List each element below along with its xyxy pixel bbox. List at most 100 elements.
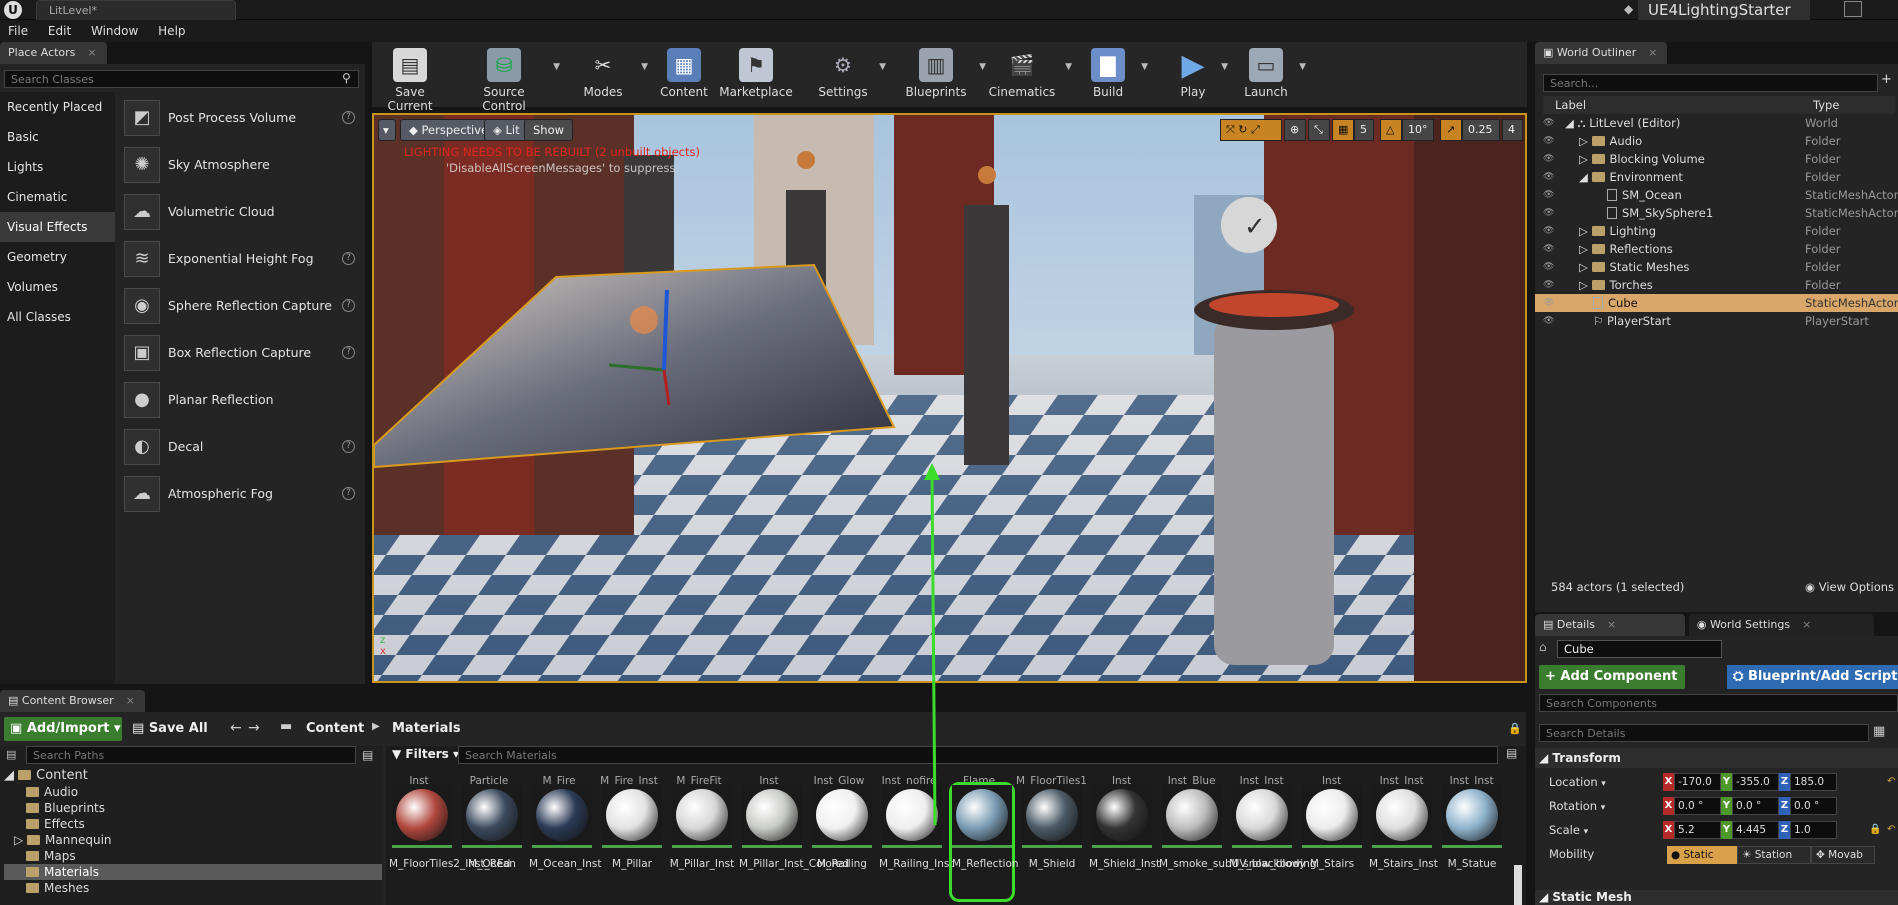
help-icon[interactable]: ?	[342, 252, 355, 265]
tree-expand-icon[interactable]: ▷	[1579, 242, 1588, 256]
lock-icon[interactable]: 🔒	[1508, 722, 1522, 735]
rotation-y[interactable]: 0.0 °	[1732, 797, 1779, 815]
outliner-row-world[interactable]: 👁 ◢ ⛬ LitLevel (Editor) World	[1535, 114, 1898, 132]
outliner-row-sm-ocean[interactable]: 👁 SM_Ocean StaticMeshActor	[1535, 186, 1898, 204]
menu-help[interactable]: Help	[150, 20, 193, 42]
actor-item-planar-reflection[interactable]: ● Planar Reflection	[118, 376, 363, 423]
eye-icon[interactable]: 👁	[1543, 168, 1554, 186]
help-icon[interactable]: ?	[342, 487, 355, 500]
tree-blueprints[interactable]: Blueprints	[4, 800, 382, 816]
level-viewport[interactable]: ✓ ▾ ◆ Perspective ◈ Lit Show LIGHTING NE…	[372, 113, 1527, 683]
breadcrumb-content[interactable]: Content	[306, 721, 364, 736]
chevron-down-icon[interactable]: ▾	[1584, 827, 1589, 837]
grid-snap-value[interactable]: 5	[1354, 119, 1374, 141]
world-settings-tab[interactable]: ◉ World Settings ×	[1688, 614, 1874, 636]
eye-icon[interactable]: 👁	[1543, 294, 1554, 312]
outliner-row-environment[interactable]: 👁 ◢ Environment Folder	[1535, 168, 1898, 186]
eye-icon[interactable]: 👁	[1543, 204, 1554, 222]
actor-name-input[interactable]: Cube	[1557, 640, 1722, 658]
transform-section[interactable]: ◢ Transform	[1535, 748, 1898, 768]
transform-mode-buttons[interactable]: ⤧ ↻ ⤢	[1220, 119, 1282, 141]
rotation-snap-value[interactable]: 10°	[1402, 119, 1434, 141]
eye-icon[interactable]: 👁	[1543, 222, 1554, 240]
rotation-x[interactable]: 0.0 °	[1674, 797, 1721, 815]
actor-item-volumetric-cloud[interactable]: ☁ Volumetric Cloud	[118, 188, 363, 235]
chevron-down-icon[interactable]: ▼	[1221, 62, 1228, 72]
close-icon[interactable]: ×	[1802, 618, 1811, 631]
close-icon[interactable]: ×	[126, 694, 135, 707]
view-options-button[interactable]: ◉ View Options	[1805, 580, 1894, 594]
search-paths-input[interactable]: Search Paths	[26, 746, 356, 764]
blueprints-button[interactable]: ▥ Blueprints ▼	[898, 42, 986, 107]
tree-expand-icon[interactable]: ▷	[1579, 278, 1588, 292]
outliner-row-reflections[interactable]: 👁 ▷ Reflections Folder	[1535, 240, 1898, 258]
asset-tile[interactable]: M_Ocean_Inst	[529, 785, 602, 905]
chevron-down-icon[interactable]: ▼	[1141, 62, 1148, 72]
cinematics-button[interactable]: 🎬 Cinematics ▼	[984, 42, 1072, 107]
place-actors-tab[interactable]: Place Actors ×	[0, 42, 107, 64]
asset-tile[interactable]: M_snow_blowing	[1229, 785, 1317, 905]
world-outliner-tab[interactable]: ▣ World Outliner ×	[1535, 42, 1668, 64]
launch-button[interactable]: ▭ Launch ▼	[1238, 42, 1306, 107]
eye-icon[interactable]: 👁	[1543, 132, 1554, 150]
outliner-row-blocking-volume[interactable]: 👁 ▷ Blocking Volume Folder	[1535, 150, 1898, 168]
asset-tile[interactable]: M_FloorTiles2_Inst_REd	[389, 785, 510, 905]
help-icon[interactable]: ?	[342, 299, 355, 312]
actor-item-post-process-volume[interactable]: ◩ Post Process Volume?	[118, 94, 363, 141]
category-volumes[interactable]: Volumes	[0, 272, 115, 302]
reset-icon[interactable]: ↶	[1887, 770, 1895, 794]
mobility-stationary[interactable]: ☀ Station	[1737, 846, 1811, 864]
eye-icon[interactable]: 👁	[1543, 186, 1554, 204]
mobility-movable[interactable]: ✥ Movab	[1811, 846, 1875, 864]
eye-icon[interactable]: 👁	[1543, 150, 1554, 168]
category-lights[interactable]: Lights	[0, 152, 115, 182]
chevron-down-icon[interactable]: ▼	[879, 62, 886, 72]
column-type[interactable]: Type	[1813, 96, 1839, 114]
menu-window[interactable]: Window	[83, 20, 146, 42]
actor-item-exponential-height-fog[interactable]: ≋ Exponential Height Fog?	[118, 235, 363, 282]
asset-tile[interactable]: M_Shield	[1019, 785, 1085, 905]
static-mesh-section[interactable]: ◢ Static Mesh	[1535, 890, 1898, 905]
help-icon[interactable]: ?	[342, 111, 355, 124]
outliner-row-audio[interactable]: 👁 ▷ Audio Folder	[1535, 132, 1898, 150]
settings-button[interactable]: ⚙ Settings ▼	[812, 42, 886, 107]
tree-expand-icon[interactable]: ▷	[1579, 260, 1588, 274]
modes-button[interactable]: ✂ Modes ▼	[570, 42, 648, 107]
category-visual-effects[interactable]: Visual Effects	[0, 212, 115, 242]
tree-expand-icon[interactable]: ▷	[1579, 152, 1588, 166]
location-x[interactable]: -170.0	[1674, 773, 1721, 791]
close-icon[interactable]: ×	[87, 46, 96, 59]
world-space-icon[interactable]: ⊕	[1284, 119, 1306, 141]
close-icon[interactable]: ×	[1648, 46, 1657, 59]
scrollbar-thumb[interactable]	[1514, 865, 1522, 905]
asset-tile[interactable]: M_smoke_subUV_blackbody	[1159, 785, 1306, 905]
asset-tile[interactable]: M_Reflection	[949, 782, 1019, 902]
toggle-sources-icon[interactable]: ▤	[6, 748, 16, 761]
search-materials-input[interactable]: Search Materials	[458, 746, 1498, 764]
close-icon[interactable]: ×	[1607, 618, 1616, 631]
lock-icon[interactable]: 🔒	[1869, 818, 1881, 842]
search-details-input[interactable]: Search Details	[1539, 724, 1869, 742]
camera-speed-value[interactable]: 4	[1502, 119, 1523, 141]
perspective-button[interactable]: ◆ Perspective	[400, 119, 498, 141]
asset-tile[interactable]: M_Pillar_Inst	[669, 785, 735, 905]
tree-content[interactable]: ◢ Content	[4, 768, 382, 784]
asset-tile[interactable]: M_Pillar_Inst_Colored	[739, 785, 849, 905]
rotation-snap-icon[interactable]: △	[1380, 119, 1402, 141]
details-tab[interactable]: ▤ Details ×	[1535, 614, 1685, 636]
tree-meshes[interactable]: Meshes	[4, 880, 382, 896]
outliner-row-sm-skysphere[interactable]: 👁 SM_SkySphere1 StaticMeshActor	[1535, 204, 1898, 222]
location-y[interactable]: -355.0	[1732, 773, 1779, 791]
category-all-classes[interactable]: All Classes	[0, 302, 115, 332]
viewport-options-button[interactable]: ▾	[378, 119, 396, 141]
eye-icon[interactable]: 👁	[1543, 276, 1554, 294]
chevron-down-icon[interactable]: ▼	[1299, 62, 1306, 72]
add-icon[interactable]: +	[1881, 72, 1892, 87]
tree-expand-icon[interactable]: ▷	[1579, 134, 1588, 148]
actor-item-atmospheric-fog[interactable]: ☁ Atmospheric Fog?	[118, 470, 363, 517]
search-classes-input[interactable]: Search Classes	[4, 70, 359, 88]
eye-icon[interactable]: 👁	[1543, 240, 1554, 258]
view-grid-icon[interactable]: ▦	[1873, 724, 1885, 739]
tree-mannequin[interactable]: ▷ Mannequin	[4, 832, 382, 848]
asset-tile[interactable]: M_Statue	[1439, 785, 1505, 905]
